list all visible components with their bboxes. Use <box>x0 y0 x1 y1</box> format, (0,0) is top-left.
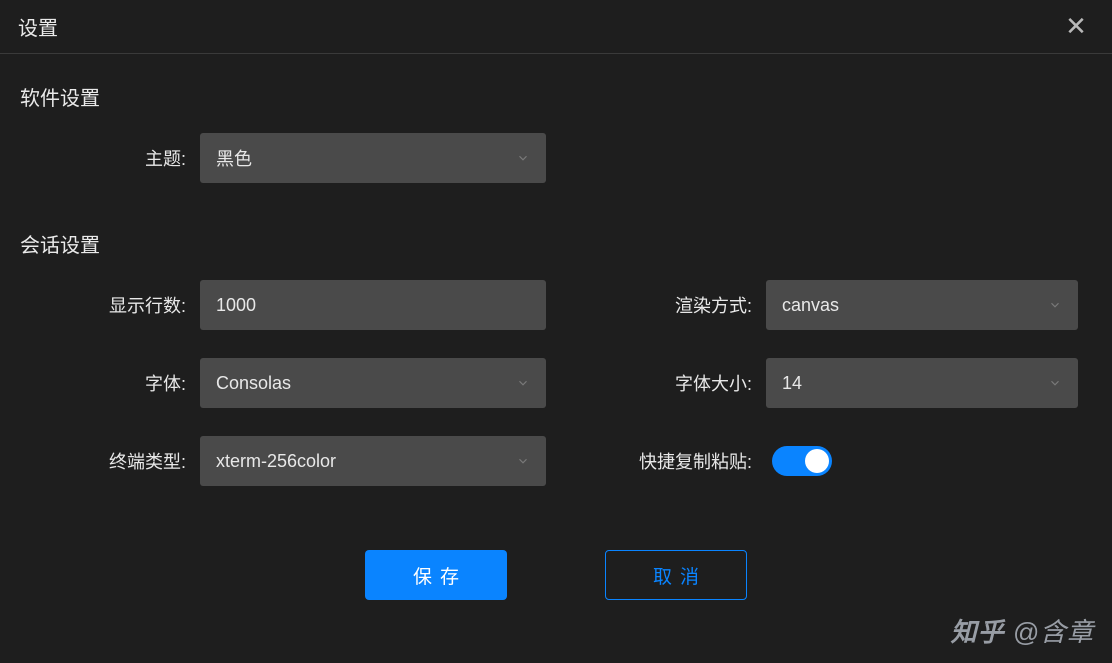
software-settings-section: 软件设置 主题: 黑色 <box>20 82 1092 183</box>
close-button[interactable]: ✕ <box>1058 9 1094 45</box>
fontsize-select[interactable]: 14 <box>766 358 1078 408</box>
render-select[interactable]: canvas <box>766 280 1078 330</box>
rows-input[interactable] <box>200 280 546 330</box>
termtype-select[interactable]: xterm-256color <box>200 436 546 486</box>
font-label: 字体: <box>20 370 200 396</box>
rows-label: 显示行数: <box>20 292 200 318</box>
quickcopy-toggle[interactable] <box>772 446 832 476</box>
titlebar: 设置 ✕ <box>0 0 1112 54</box>
chevron-down-icon <box>516 454 530 468</box>
font-value: Consolas <box>216 373 516 394</box>
fontsize-label: 字体大小: <box>630 370 766 396</box>
termtype-value: xterm-256color <box>216 451 516 472</box>
font-select[interactable]: Consolas <box>200 358 546 408</box>
chevron-down-icon <box>1048 376 1062 390</box>
toggle-knob <box>805 449 829 473</box>
titlebar-title: 设置 <box>18 12 58 41</box>
cancel-button[interactable]: 取消 <box>605 550 747 600</box>
theme-label: 主题: <box>20 145 200 171</box>
render-value: canvas <box>782 295 1048 316</box>
software-settings-title: 软件设置 <box>20 82 1092 111</box>
watermark-author: @含章 <box>1013 612 1094 649</box>
close-icon: ✕ <box>1065 11 1087 42</box>
chevron-down-icon <box>1048 298 1062 312</box>
theme-select[interactable]: 黑色 <box>200 133 546 183</box>
render-label: 渲染方式: <box>630 292 766 318</box>
watermark: 知乎 @含章 <box>951 612 1094 649</box>
quickcopy-label: 快捷复制粘贴: <box>630 448 766 474</box>
settings-content: 软件设置 主题: 黑色 会话设置 显示行数: 渲染方式: canvas <box>0 54 1112 600</box>
fontsize-value: 14 <box>782 373 1048 394</box>
button-row: 保存 取消 <box>20 550 1092 600</box>
session-settings-title: 会话设置 <box>20 229 1092 258</box>
chevron-down-icon <box>516 376 530 390</box>
session-settings-section: 会话设置 显示行数: 渲染方式: canvas 字体: Consolas <box>20 229 1092 486</box>
save-button[interactable]: 保存 <box>365 550 507 600</box>
zhihu-logo: 知乎 <box>951 612 1005 649</box>
theme-value: 黑色 <box>216 145 516 171</box>
chevron-down-icon <box>516 151 530 165</box>
termtype-label: 终端类型: <box>20 448 200 474</box>
